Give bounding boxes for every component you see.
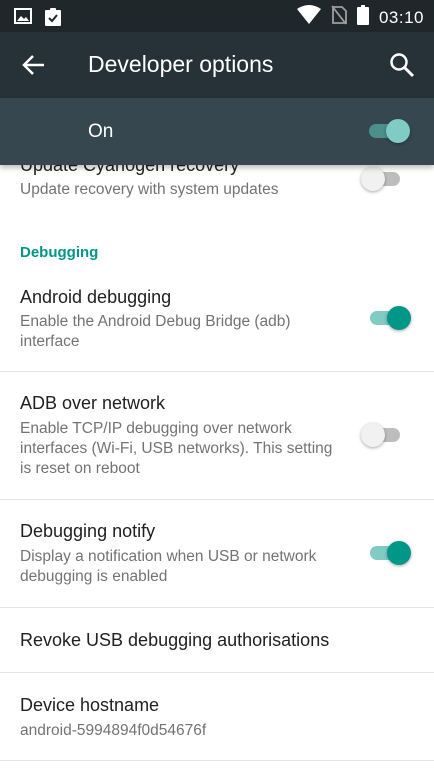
- debugging-notify-toggle[interactable]: [367, 539, 411, 567]
- item-title: Debugging notify: [20, 521, 156, 541]
- list-item-debugging-notify[interactable]: Debugging notify Display a notification …: [0, 500, 434, 607]
- app-bar: Developer options: [0, 32, 434, 98]
- back-arrow-icon[interactable]: [18, 49, 50, 81]
- master-switch-label: On: [88, 121, 114, 142]
- list-item-device-hostname[interactable]: Device hostname android-5994894f0d54676f: [0, 673, 434, 763]
- page-title: Developer options: [88, 51, 274, 77]
- status-bar: 03:10: [0, 0, 434, 32]
- android-debugging-toggle[interactable]: [367, 304, 411, 332]
- list-item-update-recovery[interactable]: Update Cyanogen recovery Update recovery…: [0, 165, 434, 205]
- settings-list[interactable]: Update Cyanogen recovery Update recovery…: [0, 165, 434, 772]
- divider: [0, 760, 434, 761]
- list-item-android-debugging[interactable]: Android debugging Enable the Android Deb…: [0, 276, 434, 371]
- switch-thumb: [387, 306, 411, 330]
- switch-thumb: [361, 167, 385, 191]
- update-recovery-toggle[interactable]: [361, 165, 405, 193]
- item-summary: Display a notification when USB or netwo…: [20, 548, 317, 585]
- search-icon[interactable]: [386, 49, 418, 81]
- gallery-icon: [14, 7, 32, 32]
- category-debugging: Debugging: [20, 244, 99, 261]
- item-summary: Enable the Android Debug Bridge (adb) in…: [20, 313, 291, 350]
- switch-thumb: [361, 423, 385, 447]
- item-summary: Enable TCP/IP debugging over network int…: [20, 420, 333, 477]
- item-summary: android-5994894f0d54676f: [20, 722, 207, 739]
- status-bar-notifications: [14, 7, 62, 32]
- clipboard-check-icon: [44, 7, 62, 32]
- wifi-icon: [296, 5, 321, 30]
- item-title: ADB over network: [20, 393, 166, 413]
- master-switch-toggle[interactable]: [366, 117, 410, 145]
- item-title: Revoke USB debugging authorisations: [20, 630, 330, 650]
- item-title: Device hostname: [20, 695, 160, 715]
- switch-thumb: [386, 119, 410, 143]
- switch-thumb: [387, 541, 411, 565]
- master-switch-bar[interactable]: On: [0, 98, 434, 165]
- list-item-revoke-usb-authorisations[interactable]: Revoke USB debugging authorisations: [0, 608, 434, 672]
- item-title: Android debugging: [20, 287, 172, 307]
- no-sim-icon: [331, 5, 347, 30]
- adb-over-network-toggle[interactable]: [361, 421, 405, 449]
- list-item-adb-over-network[interactable]: ADB over network Enable TCP/IP debugging…: [0, 372, 434, 499]
- screen: 03:10 Developer options On Update Cyanog…: [0, 0, 434, 772]
- clock: 03:10: [378, 7, 424, 27]
- item-title: Update Cyanogen recovery: [20, 165, 240, 175]
- item-summary: Update recovery with system updates: [20, 181, 279, 198]
- battery-icon: [356, 5, 369, 30]
- status-bar-system: 03:10: [296, 5, 424, 30]
